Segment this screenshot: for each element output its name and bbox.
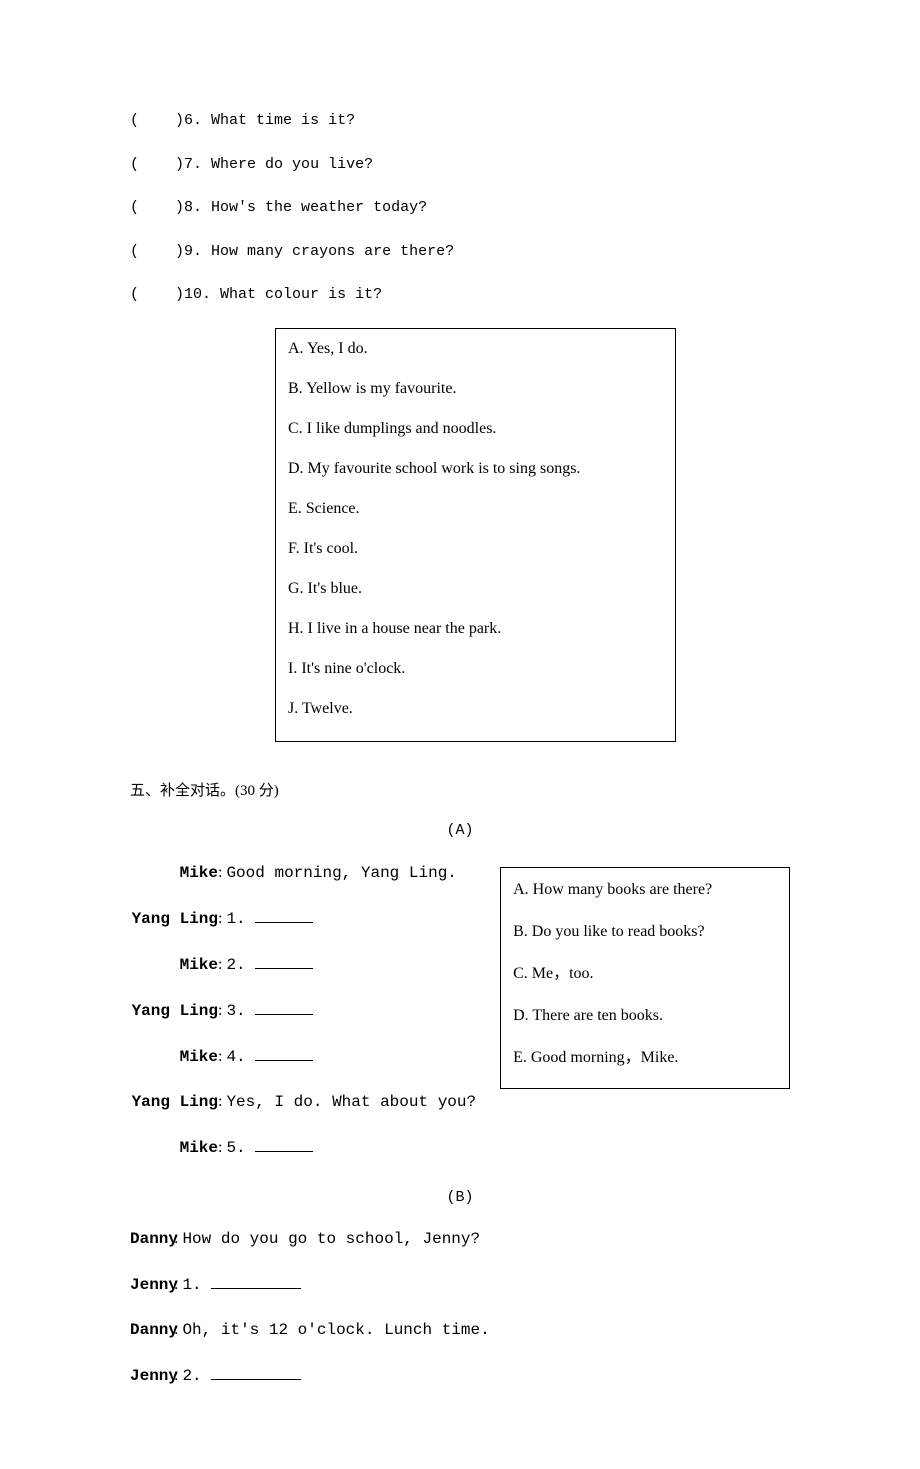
dialog-b-container: Danny: How do you go to school, Jenny? J… [130, 1227, 790, 1388]
dialog-b-line-1: Danny: How do you go to school, Jenny? [130, 1227, 790, 1251]
dialog-a-line-7: Mike: 5. [130, 1135, 476, 1160]
option-d2: D. There are ten books. [513, 1004, 777, 1028]
option-c: C. I like dumplings and noodles. [288, 417, 663, 441]
option-b: B. Yellow is my favourite. [288, 377, 663, 401]
part-a-label: (A) [130, 820, 790, 843]
option-a2: A. How many books are there? [513, 878, 777, 902]
option-h: H. I live in a house near the park. [288, 617, 663, 641]
dialog-b-line-3: Danny: Oh, it's 12 o'clock. Lunch time. [130, 1318, 790, 1342]
question-6: ( )6. What time is it? [130, 110, 790, 133]
answer-box-a-j: A. Yes, I do. B. Yellow is my favourite.… [275, 328, 676, 742]
dialog-a-line-3: Mike: 2. [130, 952, 476, 977]
dialog-a-container: Mike: Good morning, Yang Ling. Yang Ling… [130, 861, 790, 1181]
option-g: G. It's blue. [288, 577, 663, 601]
option-d: D. My favourite school work is to sing s… [288, 457, 663, 481]
dialog-a-line-6: Yang Ling: Yes, I do. What about you? [130, 1090, 476, 1114]
section-5-title: 五、补全对话。(30 分) [130, 780, 790, 803]
dialog-b-line-2: Jenny: 1. [130, 1272, 790, 1297]
blank-fill[interactable] [211, 1363, 301, 1380]
page-content: ( )6. What time is it? ( )7. Where do yo… [0, 0, 920, 1469]
option-f: F. It's cool. [288, 537, 663, 561]
dialog-a-line-4: Yang Ling: 3. [130, 998, 476, 1023]
part-b-label: (B) [130, 1187, 790, 1210]
blank-fill[interactable] [255, 952, 313, 969]
dialog-a-line-5: Mike: 4. [130, 1044, 476, 1069]
option-e2: E. Good morning，Mike. [513, 1046, 777, 1070]
option-e: E. Science. [288, 497, 663, 521]
blank-fill[interactable] [255, 998, 313, 1015]
question-9: ( )9. How many crayons are there? [130, 241, 790, 264]
option-c2: C. Me，too. [513, 962, 777, 986]
question-8: ( )8. How's the weather today? [130, 197, 790, 220]
question-7: ( )7. Where do you live? [130, 154, 790, 177]
answer-box-a-e: A. How many books are there? B. Do you l… [500, 867, 790, 1089]
dialog-a-line-1: Mike: Good morning, Yang Ling. [130, 861, 476, 885]
question-10: ( )10. What colour is it? [130, 284, 790, 307]
option-b2: B. Do you like to read books? [513, 920, 777, 944]
blank-fill[interactable] [255, 1135, 313, 1152]
dialog-a-line-2: Yang Ling: 1. [130, 906, 476, 931]
blank-fill[interactable] [211, 1272, 301, 1289]
blank-fill[interactable] [255, 906, 313, 923]
option-i: I. It's nine o'clock. [288, 657, 663, 681]
option-j: J. Twelve. [288, 697, 663, 721]
questions-block: ( )6. What time is it? ( )7. Where do yo… [130, 110, 790, 307]
blank-fill[interactable] [255, 1044, 313, 1061]
dialog-b-line-4: Jenny: 2. [130, 1363, 790, 1388]
option-a: A. Yes, I do. [288, 337, 663, 361]
